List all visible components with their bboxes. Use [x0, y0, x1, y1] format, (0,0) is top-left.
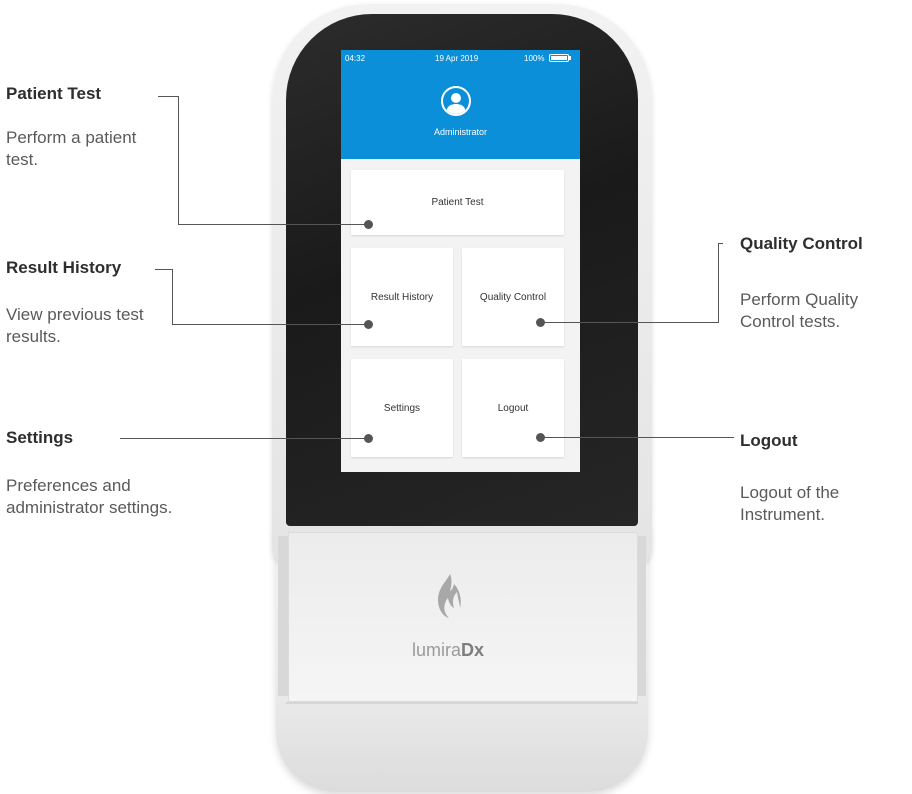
result-history-label: Result History [370, 291, 434, 303]
connector-result-history-bottom [172, 324, 368, 325]
test-strip-drawer [288, 532, 638, 702]
connector-result-history-top [155, 269, 172, 270]
callout-result-history-title: Result History [6, 258, 122, 277]
user-avatar-icon [441, 86, 471, 116]
battery-icon [549, 54, 569, 62]
connector-result-history-dot [364, 320, 373, 329]
brand-logo-text: lumiraDx [412, 640, 484, 661]
status-battery-percent: 100% [524, 54, 545, 63]
callout-logout-desc: Logout of the Instrument. [740, 483, 840, 524]
logout-tile[interactable]: Logout [462, 359, 564, 457]
settings-label: Settings [383, 402, 421, 414]
status-time: 04:32 [345, 54, 366, 63]
screen-header: 04:32 19 Apr 2019 100% Administrator [341, 50, 580, 159]
connector-settings-dot [364, 434, 373, 443]
callout-logout-title: Logout [740, 431, 798, 450]
callout-quality-control-title: Quality Control [740, 234, 863, 253]
user-name: Administrator [433, 127, 487, 137]
connector-logout-dot [536, 433, 545, 442]
connector-patient-test-vertical [178, 96, 179, 224]
callout-patient-test-title: Patient Test [6, 84, 102, 103]
connector-logout-line [540, 437, 734, 438]
flame-logo-icon [438, 574, 461, 618]
quality-control-tile[interactable]: Quality Control [462, 248, 564, 346]
callout-quality-control-desc: Perform Quality Control tests. [740, 290, 859, 331]
connector-quality-control-vertical [718, 243, 719, 323]
connector-settings-line [120, 438, 368, 439]
callout-patient-test-desc: Perform a patient test. [6, 128, 137, 169]
patient-test-label: Patient Test [431, 197, 484, 208]
quality-control-label: Quality Control [479, 291, 547, 303]
logo-light-text: lumira [412, 640, 462, 660]
connector-quality-control-bottom [540, 322, 718, 323]
connector-patient-test-dot [364, 220, 373, 229]
callout-settings-title: Settings [6, 428, 74, 447]
result-history-tile[interactable]: Result History [351, 248, 453, 346]
callout-result-history-desc: View previous test results. [6, 305, 144, 346]
logout-label: Logout [497, 402, 529, 414]
battery-fill [551, 56, 567, 60]
touch-screen: 04:32 19 Apr 2019 100% Administrator Pat… [341, 50, 580, 472]
connector-result-history-vertical [172, 269, 173, 324]
status-date: 19 Apr 2019 [435, 54, 479, 63]
callout-settings-desc: Preferences and administrator settings. [6, 476, 173, 517]
battery-tip [569, 56, 571, 60]
connector-patient-test-top [158, 96, 178, 97]
connector-quality-control-dot [536, 318, 545, 327]
connector-quality-control-top [718, 243, 723, 244]
device-base-seam [286, 702, 638, 704]
logo-bold-text: Dx [461, 640, 485, 660]
patient-test-tile[interactable]: Patient Test [351, 170, 564, 235]
connector-patient-test-bottom [178, 224, 368, 225]
